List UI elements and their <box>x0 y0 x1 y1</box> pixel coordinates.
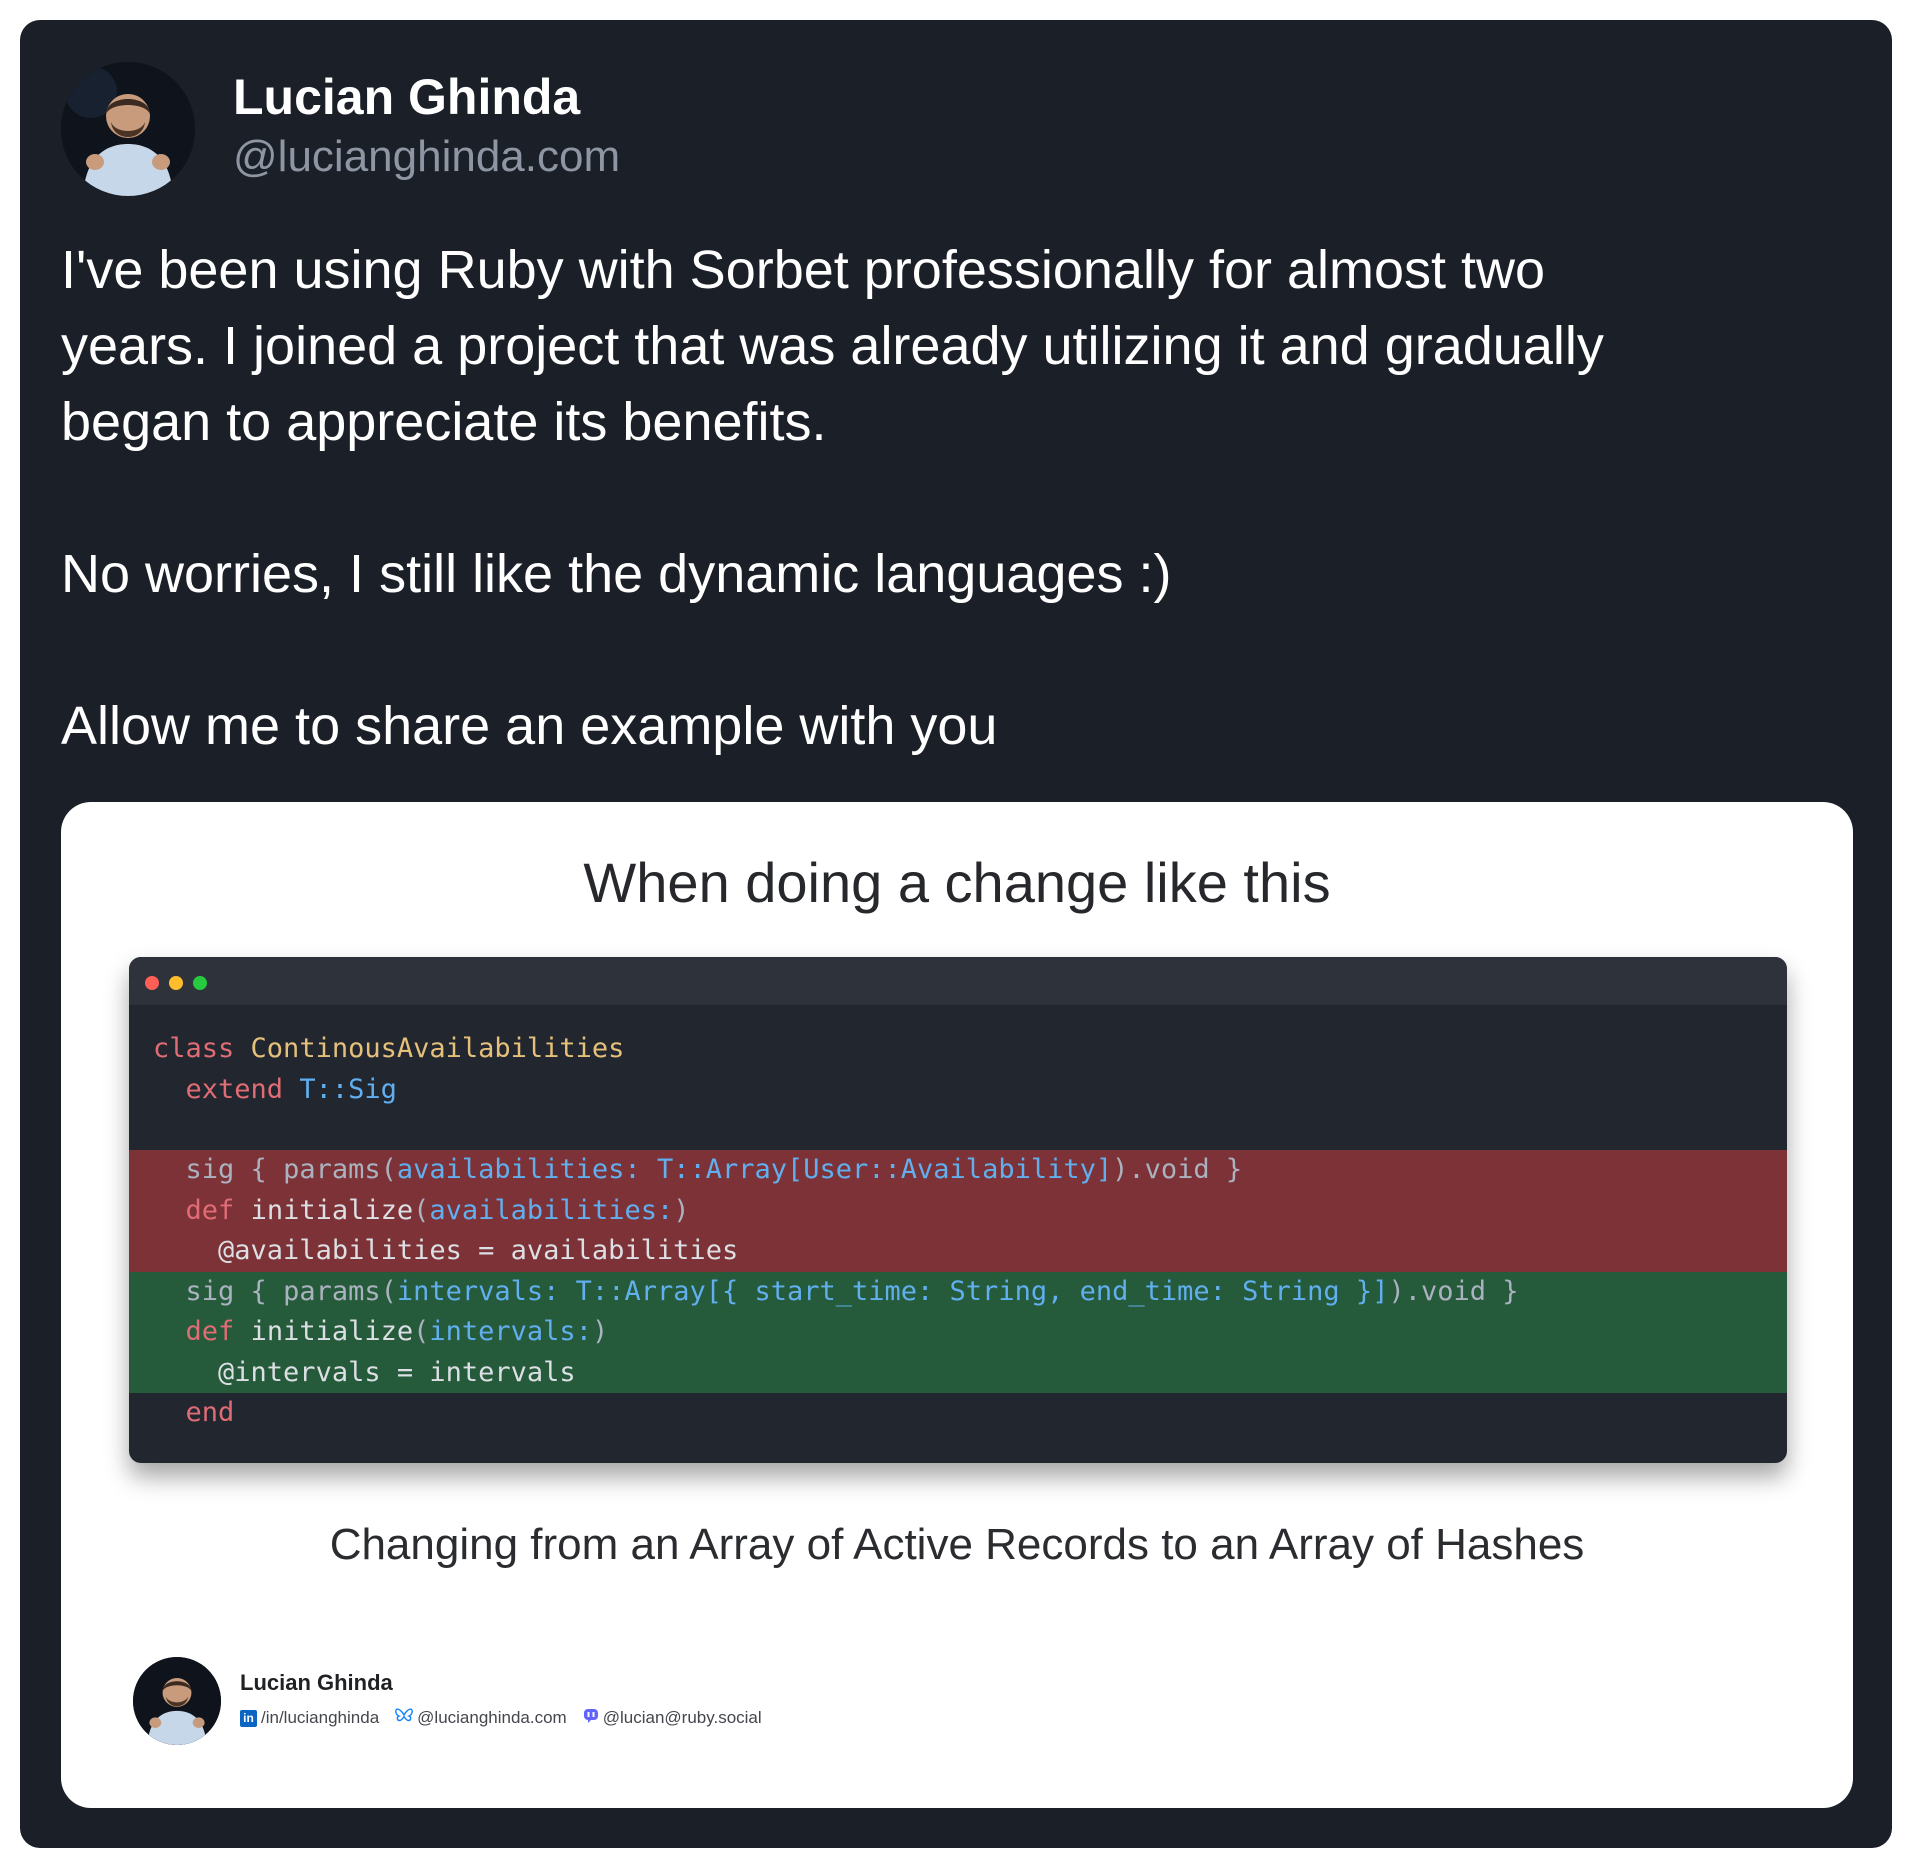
card-author-name: Lucian Ghinda <box>240 1670 393 1695</box>
argument-token: availabilities: <box>429 1194 674 1226</box>
post-paragraph: Allow me to share an example with you <box>61 696 998 756</box>
module-token: T:: <box>299 1073 349 1105</box>
added-code-line: @intervals = intervals <box>129 1352 1787 1393</box>
post-text: I've been using Ruby with Sorbet profess… <box>61 232 1861 764</box>
maximize-dot-icon <box>193 976 207 990</box>
code-token: ).void } <box>1388 1275 1519 1307</box>
window-title-bar <box>129 957 1787 1005</box>
removed-code-line: def initialize(availabilities:) <box>129 1190 1787 1231</box>
code-token: ) <box>673 1194 690 1226</box>
keyword-token: class <box>153 1033 235 1064</box>
post-paragraph: No worries, I still like the dynamic lan… <box>61 544 1172 604</box>
method-name-token: initialize <box>250 1316 414 1347</box>
type-token: T::Array[{ start_time: String, end_time:… <box>559 1275 1389 1307</box>
linkedin-handle: /in/lucianghinda <box>261 1708 380 1727</box>
method-name-token: initialize <box>250 1194 414 1226</box>
code-token: ( <box>413 1194 430 1226</box>
code-token: { params( <box>234 1154 397 1185</box>
type-token: T::Array[User::Availability] <box>640 1154 1113 1185</box>
argument-token: availabilities: <box>396 1154 641 1185</box>
code-block: class ContinousAvailabilities extend T::… <box>129 1029 1787 1434</box>
added-code-line: def initialize(intervals:) <box>129 1312 1787 1353</box>
post-card: Lucian Ghinda @lucianghinda.com I've bee… <box>20 20 1892 1848</box>
post-paragraph: years. I joined a project that was alrea… <box>61 316 1604 376</box>
code-line: end <box>129 1393 1787 1434</box>
code-token: ) <box>591 1316 609 1347</box>
keyword-token: def <box>185 1316 235 1347</box>
code-token: { params( <box>234 1275 397 1307</box>
code-token: ( <box>413 1316 430 1347</box>
keyword-token: end <box>185 1397 235 1428</box>
code-token: @intervals = intervals <box>218 1356 576 1388</box>
argument-token: intervals: <box>396 1275 560 1307</box>
linkedin-icon: in <box>240 1709 257 1727</box>
code-line: extend T::Sig <box>129 1070 1787 1111</box>
post-paragraph: began to appreciate its benefits. <box>61 392 827 452</box>
keyword-token: extend <box>185 1073 284 1105</box>
card-author-avatar <box>133 1657 221 1745</box>
sig-token: sig <box>185 1275 235 1307</box>
argument-token: intervals: <box>429 1316 592 1347</box>
minimize-dot-icon <box>169 976 183 990</box>
author-name[interactable]: Lucian Ghinda <box>233 68 580 126</box>
post-paragraph: I've been using Ruby with Sorbet profess… <box>61 240 1546 300</box>
code-token: ).void } <box>1112 1154 1243 1185</box>
author-handle[interactable]: @lucianghinda.com <box>233 132 620 182</box>
removed-code-line: sig { params(availabilities: T::Array[Us… <box>129 1150 1787 1191</box>
code-token: @availabilities = availabilities <box>218 1235 739 1266</box>
code-window: class ContinousAvailabilities extend T::… <box>129 957 1787 1463</box>
attached-image-card[interactable]: When doing a change like this class Cont… <box>61 802 1853 1808</box>
card-caption: Changing from an Array of Active Records… <box>329 1520 1585 1569</box>
removed-code-line: @availabilities = availabilities <box>129 1231 1787 1272</box>
module-token: Sig <box>348 1073 397 1105</box>
mastodon-handle: @lucian@ruby.social <box>602 1708 762 1727</box>
code-line: class ContinousAvailabilities <box>129 1029 1787 1070</box>
added-code-line: sig { params(intervals: T::Array[{ start… <box>129 1271 1787 1312</box>
close-dot-icon <box>145 976 159 990</box>
author-avatar[interactable] <box>61 62 195 196</box>
bluesky-handle: @lucianghinda.com <box>417 1708 567 1727</box>
class-name-token: ContinousAvailabilities <box>250 1033 625 1064</box>
card-title: When doing a change like this <box>583 851 1331 914</box>
card-author-links: in /in/lucianghinda @lucianghinda.com @l… <box>240 1706 778 1730</box>
sig-token: sig <box>185 1154 235 1185</box>
bluesky-icon <box>395 1707 414 1729</box>
keyword-token: def <box>185 1194 235 1226</box>
mastodon-icon <box>583 1708 599 1729</box>
